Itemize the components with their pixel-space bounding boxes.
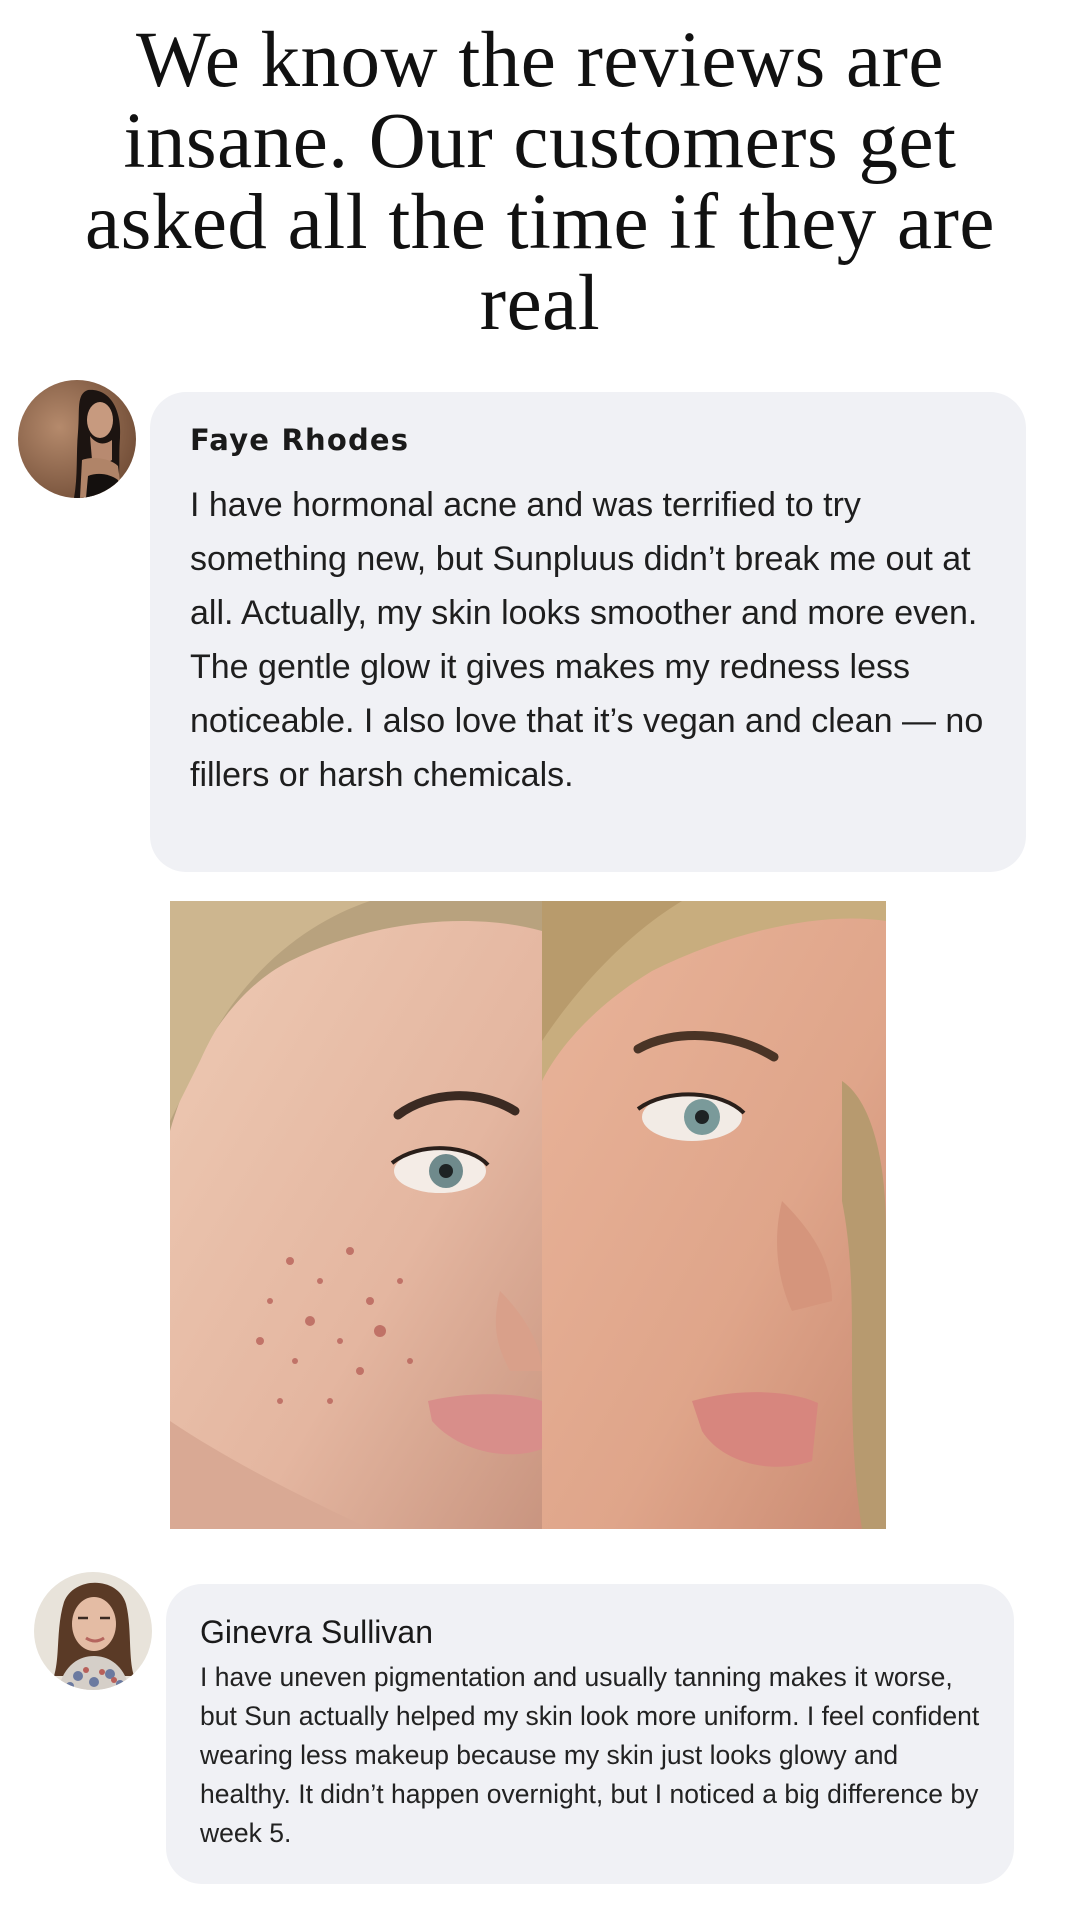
review-card-faye: Faye Rhodes I have hormonal acne and was… bbox=[150, 392, 1026, 872]
woman-brown-hair-portrait-icon bbox=[34, 1572, 152, 1690]
woman-dark-hair-portrait-icon bbox=[18, 380, 136, 498]
reviewer-name: Faye Rhodes bbox=[190, 423, 410, 457]
reviewer-avatar-faye bbox=[18, 380, 136, 498]
face-before-image bbox=[170, 901, 542, 1529]
before-after-photo bbox=[170, 901, 886, 1529]
review-card-ginevra: Ginevra Sullivan I have uneven pigmentat… bbox=[166, 1584, 1014, 1884]
reviewer-avatar-ginevra bbox=[34, 1572, 152, 1690]
review-text: I have uneven pigmentation and usually t… bbox=[200, 1662, 980, 1848]
after-photo bbox=[542, 901, 886, 1529]
before-photo bbox=[170, 901, 542, 1529]
page-headline: We know the reviews are insane. Our cust… bbox=[85, 17, 995, 347]
reviewer-name: Ginevra Sullivan bbox=[200, 1614, 433, 1650]
review-text: I have hormonal acne and was terrified t… bbox=[190, 486, 984, 794]
face-after-image bbox=[542, 901, 886, 1529]
